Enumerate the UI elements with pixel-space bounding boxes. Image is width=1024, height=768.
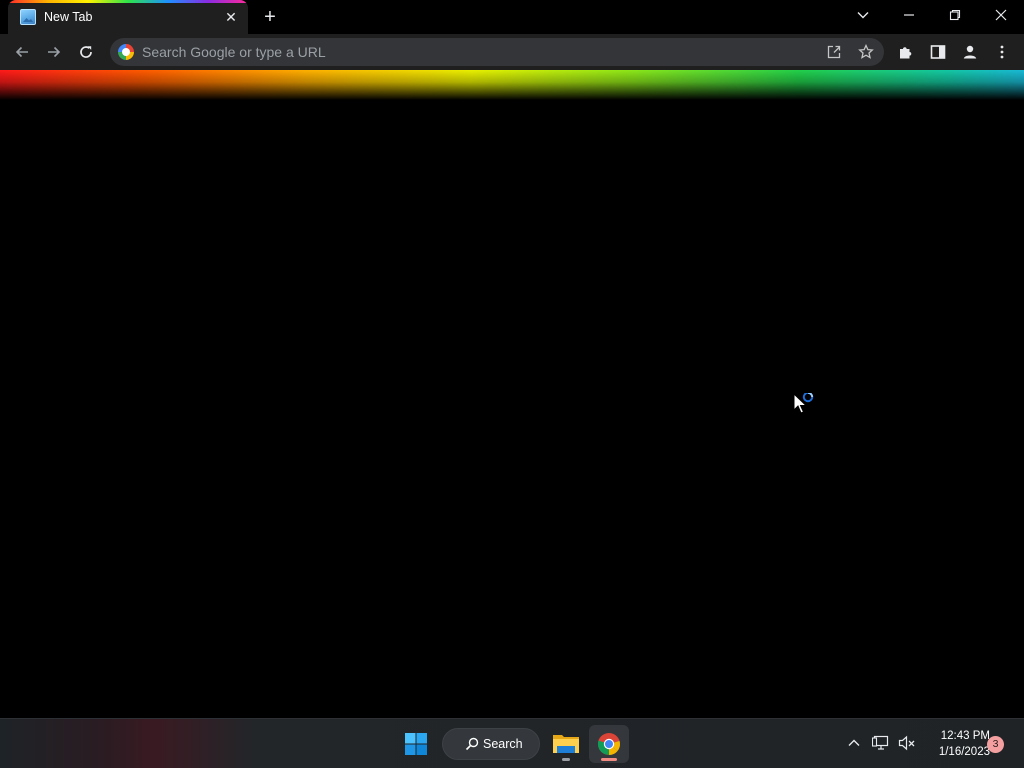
network-icon[interactable]	[871, 733, 891, 753]
chrome-menu-button[interactable]	[989, 39, 1015, 65]
clock-date: 1/16/2023	[938, 746, 990, 758]
arrow-left-icon	[15, 46, 28, 58]
taskbar-search-label: Search	[483, 737, 523, 751]
tab-search-button[interactable]	[848, 3, 878, 27]
side-panel-button[interactable]	[925, 39, 951, 65]
close-icon	[995, 9, 1007, 21]
explorer-running-indicator	[562, 758, 570, 761]
windows-logo-icon	[405, 733, 427, 755]
taskbar-clock[interactable]: 12:43 PM 1/16/2023	[922, 728, 990, 760]
notification-count-badge[interactable]: 3	[987, 736, 1004, 753]
reload-button[interactable]	[73, 39, 99, 65]
tab-new-tab[interactable]: New Tab ✕	[8, 0, 248, 34]
new-tab-page[interactable]	[0, 100, 1024, 718]
file-explorer-button[interactable]	[548, 725, 584, 763]
reload-icon	[80, 46, 92, 58]
new-tab-favicon-icon	[20, 9, 36, 25]
close-window-button[interactable]	[986, 3, 1016, 27]
browser-toolbar	[0, 34, 1024, 70]
minimize-icon	[904, 14, 914, 16]
side-panel-icon	[930, 45, 946, 59]
chrome-icon	[597, 733, 620, 755]
share-icon[interactable]	[824, 42, 844, 62]
chevron-up-icon	[848, 739, 860, 746]
restore-button[interactable]	[940, 3, 970, 27]
forward-button[interactable]	[41, 39, 67, 65]
address-bar-input[interactable]	[142, 38, 802, 66]
puzzle-icon	[900, 47, 912, 59]
chevron-down-icon	[857, 12, 869, 19]
volume-muted-icon[interactable]	[897, 733, 917, 753]
bookmark-star-icon[interactable]	[856, 42, 876, 62]
minimize-button[interactable]	[894, 3, 924, 27]
taskbar-search-button[interactable]: Search	[442, 728, 540, 760]
google-g-icon	[118, 44, 134, 60]
tab-strip: New Tab ✕ +	[0, 0, 1024, 34]
clock-time: 12:43 PM	[940, 730, 990, 742]
desktop-screen: New Tab ✕ + Search Google or type a URL …	[0, 0, 1024, 768]
arrow-right-icon	[48, 46, 61, 58]
back-button[interactable]	[9, 39, 35, 65]
show-hidden-icons-button[interactable]	[844, 733, 864, 753]
more-vert-icon	[1000, 45, 1004, 59]
windows-taskbar: Search 12:43 PM 1/16/2023	[0, 718, 1024, 768]
busy-cursor-icon	[793, 393, 814, 414]
restore-icon	[949, 9, 961, 21]
tab-close-icon[interactable]: ✕	[222, 8, 240, 26]
chrome-active-indicator	[601, 758, 617, 761]
new-tab-button[interactable]: +	[258, 6, 282, 28]
chrome-taskbar-button[interactable]	[589, 725, 629, 763]
extensions-button[interactable]	[893, 39, 919, 65]
person-icon	[963, 45, 977, 59]
omnibox[interactable]	[110, 38, 884, 66]
theme-rainbow-glow	[0, 70, 1024, 100]
start-button[interactable]	[398, 725, 434, 763]
search-icon	[465, 737, 479, 751]
tab-theme-accent	[8, 0, 248, 3]
profile-button[interactable]	[957, 39, 983, 65]
folder-icon	[553, 735, 579, 753]
tab-title: New Tab	[44, 10, 93, 24]
